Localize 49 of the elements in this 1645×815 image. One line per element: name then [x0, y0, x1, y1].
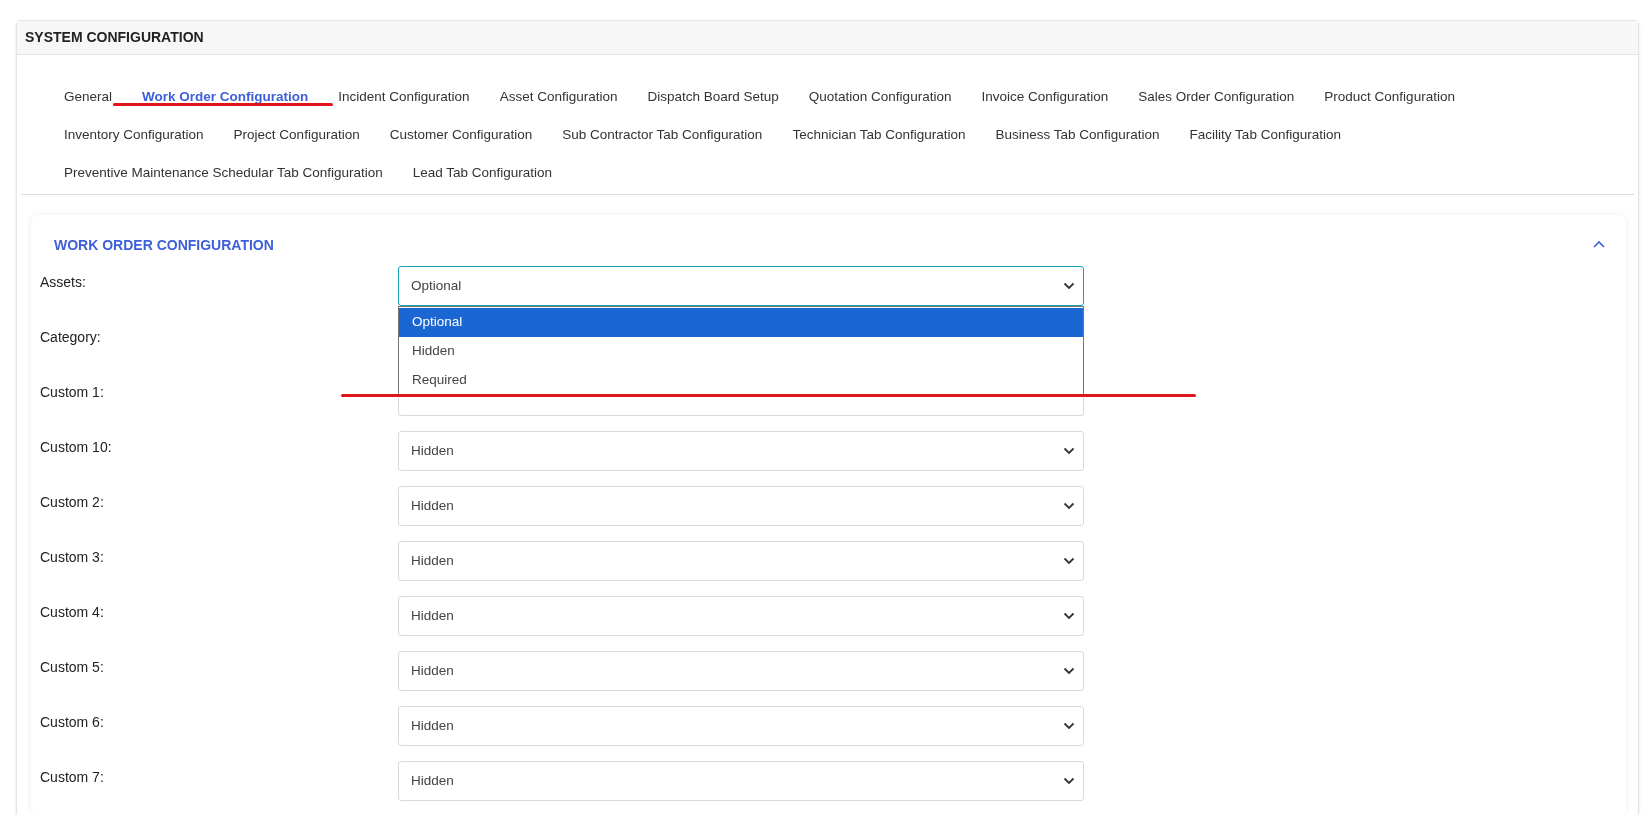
page-title: SYSTEM CONFIGURATION	[25, 28, 204, 47]
tab[interactable]: Inventory Configuration	[49, 116, 219, 154]
tab[interactable]: Technician Tab Configuration	[777, 116, 981, 154]
field-label: Custom 3:	[40, 548, 105, 567]
tab[interactable]: Asset Configuration	[484, 78, 633, 116]
tab[interactable]: Business Tab Configuration	[980, 116, 1175, 154]
field-label: Custom 6:	[40, 713, 105, 732]
tab[interactable]: Sub Contractor Tab Configuration	[547, 116, 778, 154]
section-title: WORK ORDER CONFIGURATION	[54, 235, 274, 255]
field-label: Custom 4:	[40, 603, 105, 622]
field-label: Custom 2:	[40, 493, 105, 512]
tab[interactable]: Invoice Configuration	[966, 78, 1124, 116]
tab[interactable]: Customer Configuration	[374, 116, 548, 154]
field-label: Custom 10:	[40, 438, 113, 457]
field-label: Category:	[40, 328, 102, 347]
field-label: Custom 7:	[40, 768, 105, 787]
tab[interactable]: Preventive Maintenance Schedular Tab Configuration	[49, 154, 398, 192]
chevron-down-icon	[1063, 722, 1075, 730]
chevron-down-icon	[1063, 282, 1075, 290]
tab[interactable]: Product Configuration	[1309, 78, 1470, 116]
tab[interactable]: Quotation Configuration	[793, 78, 967, 116]
tab[interactable]: Facility Tab Configuration	[1174, 116, 1356, 154]
chevron-down-icon	[1063, 667, 1075, 675]
tab[interactable]: General	[49, 78, 128, 116]
tab[interactable]: Dispatch Board Setup	[632, 78, 794, 116]
select-field[interactable]: Hidden	[398, 431, 1084, 471]
select-field[interactable]: Hidden	[398, 596, 1084, 636]
select-field[interactable]: Hidden	[398, 651, 1084, 691]
chevron-down-icon	[1063, 447, 1075, 455]
chevron-down-icon	[1063, 502, 1075, 510]
select-field[interactable]: Hidden	[398, 486, 1084, 526]
field-label: Assets:	[40, 273, 87, 292]
field-label: Custom 1:	[40, 383, 105, 402]
tab[interactable]: Work Order Configuration	[127, 78, 324, 116]
chevron-up-icon[interactable]	[1592, 240, 1606, 250]
chevron-down-icon	[1063, 777, 1075, 785]
tab[interactable]: Project Configuration	[218, 116, 375, 154]
tab[interactable]: Lead Tab Configuration	[397, 154, 568, 192]
tab[interactable]: Sales Order Configuration	[1123, 78, 1310, 116]
dropdown-option[interactable]: Optional	[399, 308, 1083, 337]
select-field[interactable]: Hidden	[398, 706, 1084, 746]
field-label: Custom 5:	[40, 658, 105, 677]
select-field[interactable]: Hidden	[398, 541, 1084, 581]
chevron-down-icon	[1063, 612, 1075, 620]
tab[interactable]: Incident Configuration	[323, 78, 485, 116]
chevron-down-icon	[1063, 557, 1075, 565]
dropdown-option[interactable]: Required	[399, 366, 1083, 395]
dropdown-option[interactable]: Hidden	[399, 337, 1083, 366]
select-field[interactable]: Hidden	[398, 761, 1084, 801]
